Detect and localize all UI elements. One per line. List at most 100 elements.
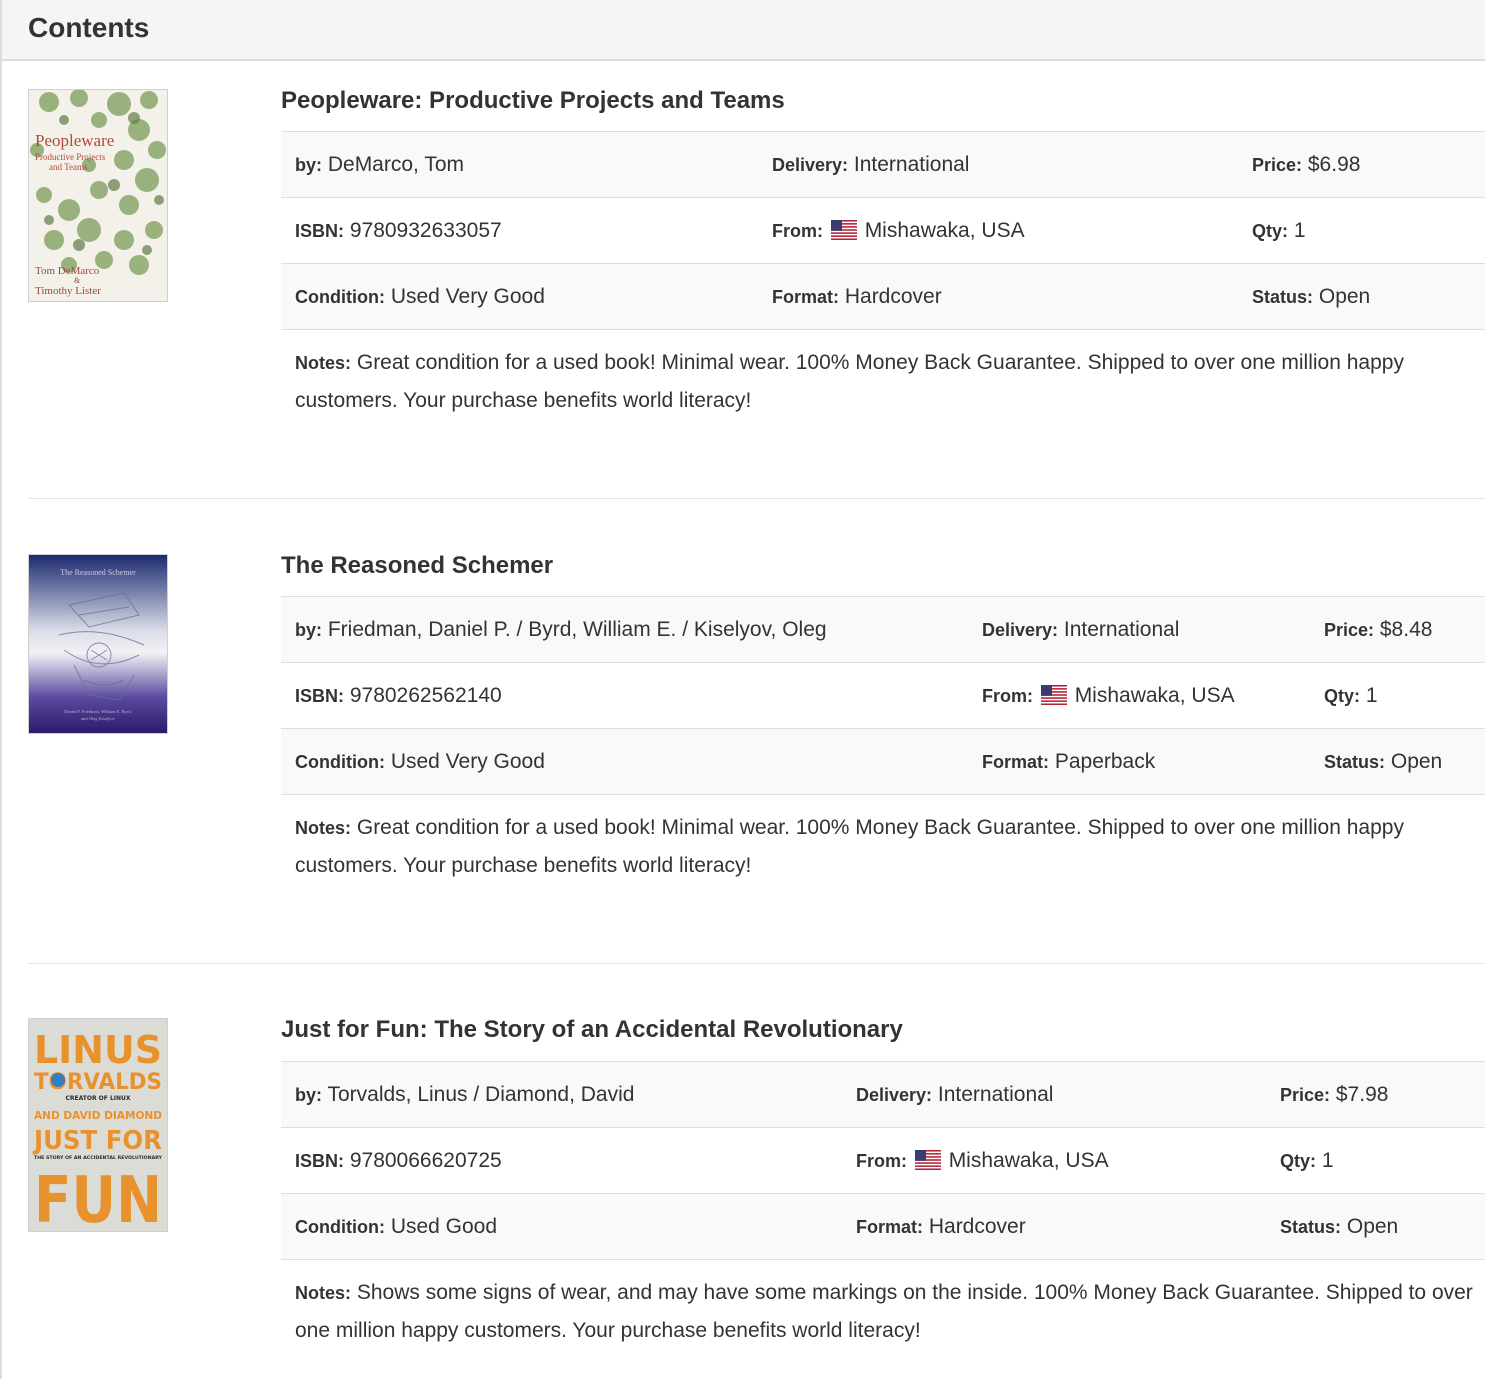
author-value: Friedman, Daniel P. / Byrd, William E. /…: [327, 617, 827, 641]
from-value: Mishawaka, USA: [948, 1148, 1109, 1172]
price-label: Price:: [1252, 154, 1303, 175]
delivery-label: Delivery:: [856, 1084, 933, 1105]
delivery-label: Delivery:: [982, 619, 1059, 640]
isbn-value: 9780066620725: [349, 1148, 502, 1172]
condition-cell: Condition: Used Very Good: [281, 728, 968, 795]
delivery-label: Delivery:: [772, 154, 849, 175]
contents-panel: Contents Peopleware Productive Projects …: [0, 0, 1485, 1379]
condition-label: Condition:: [295, 1216, 385, 1237]
notes-value: Great condition for a used book! Minimal…: [295, 351, 1404, 412]
isbn-cell: ISBN: 9780066620725: [281, 1127, 842, 1194]
cover-text: FUN: [34, 1164, 162, 1231]
author-label: by:: [295, 154, 322, 175]
author-value: DeMarco, Tom: [327, 152, 464, 176]
qty-label: Qty:: [1324, 685, 1360, 706]
from-value: Mishawaka, USA: [1074, 683, 1235, 707]
cover-subtitle-text: and Teams: [49, 162, 88, 172]
price-cell: Price: $7.98: [1266, 1061, 1485, 1128]
delivery-value: International: [1063, 617, 1180, 641]
format-cell: Format: Hardcover: [758, 263, 1238, 330]
book-title[interactable]: Peopleware: Productive Projects and Team…: [281, 87, 785, 115]
isbn-label: ISBN:: [295, 685, 344, 706]
isbn-value: 9780932633057: [349, 218, 502, 242]
condition-label: Condition:: [295, 286, 385, 307]
panel-title: Contents: [28, 12, 150, 43]
author-cell: by: DeMarco, Tom: [281, 131, 758, 198]
notes-row: Notes: Great condition for a used book! …: [281, 329, 1485, 420]
us-flag-icon: [914, 1149, 941, 1170]
book-cover-art: LINUS TORVALDS CREATOR OF LINUX AND DAVI…: [29, 1019, 167, 1231]
condition-label: Condition:: [295, 751, 385, 772]
price-cell: Price: $8.48: [1310, 596, 1485, 663]
cover-title-text: Peopleware: [35, 131, 114, 150]
delivery-value: International: [853, 152, 970, 176]
qty-value: 1: [1365, 683, 1378, 707]
isbn-label: ISBN:: [295, 220, 344, 241]
status-value: Open: [1390, 749, 1443, 773]
details-row: by: DeMarco, Tom Delivery: International…: [281, 131, 1485, 198]
details-row: ISBN: 9780066620725 From: Mishawaka, USA…: [281, 1127, 1485, 1194]
price-label: Price:: [1324, 619, 1375, 640]
details-row: Condition: Used Very Good Format: Paperb…: [281, 728, 1485, 795]
condition-value: Used Very Good: [390, 284, 545, 308]
book-cover-image[interactable]: The Reasoned Schemer Daniel P. Friedman,…: [28, 554, 168, 734]
status-label: Status:: [1280, 1216, 1342, 1237]
notes-row: Notes: Great condition for a used book! …: [281, 794, 1485, 885]
qty-cell: Qty: 1: [1238, 197, 1485, 264]
cover-title-text: The Reasoned Schemer: [60, 568, 136, 577]
delivery-cell: Delivery: International: [758, 131, 1238, 198]
notes-value: Shows some signs of wear, and may have s…: [295, 1281, 1473, 1342]
notes-cell: Notes: Great condition for a used book! …: [281, 329, 1485, 420]
book-title[interactable]: The Reasoned Schemer: [281, 552, 553, 580]
cover-text: THE STORY OF AN ACCIDENTAL REVOLUTIONARY: [34, 1155, 163, 1161]
from-label: From:: [772, 220, 823, 241]
details-row: Condition: Used Very Good Format: Hardco…: [281, 263, 1485, 330]
status-value: Open: [1346, 1214, 1399, 1238]
format-label: Format:: [982, 751, 1049, 772]
qty-value: 1: [1321, 1148, 1334, 1172]
format-label: Format:: [772, 286, 839, 307]
price-cell: Price: $6.98: [1238, 131, 1485, 198]
book-details-table: by: DeMarco, Tom Delivery: International…: [281, 131, 1485, 420]
from-label: From:: [856, 1150, 907, 1171]
isbn-cell: ISBN: 9780262562140: [281, 662, 968, 729]
status-label: Status:: [1252, 286, 1314, 307]
details-row: by: Torvalds, Linus / Diamond, David Del…: [281, 1061, 1485, 1128]
details-row: ISBN: 9780932633057 From: Mishawaka, USA…: [281, 197, 1485, 264]
author-label: by:: [295, 1084, 322, 1105]
cover-text: CREATOR OF LINUX: [65, 1095, 130, 1102]
isbn-label: ISBN:: [295, 1150, 344, 1171]
us-flag-icon: [830, 219, 857, 240]
book-divider: [28, 963, 1485, 964]
condition-value: Used Very Good: [390, 749, 545, 773]
author-cell: by: Torvalds, Linus / Diamond, David: [281, 1061, 842, 1128]
isbn-cell: ISBN: 9780932633057: [281, 197, 758, 264]
status-cell: Status: Open: [1310, 728, 1485, 795]
author-value: Torvalds, Linus / Diamond, David: [327, 1082, 635, 1106]
qty-label: Qty:: [1280, 1150, 1316, 1171]
price-label: Price:: [1280, 1084, 1331, 1105]
book-cover-art: Peopleware Productive Projects and Teams…: [29, 90, 167, 301]
cover-text: AND DAVID DIAMOND: [34, 1109, 162, 1122]
cover-author-text: Timothy Lister: [35, 285, 101, 297]
delivery-value: International: [937, 1082, 1054, 1106]
cover-author-text: and Oleg Kiselyov: [81, 716, 115, 721]
from-cell: From: Mishawaka, USA: [842, 1127, 1266, 1194]
price-value: $7.98: [1335, 1082, 1389, 1106]
book-cover-image[interactable]: Peopleware Productive Projects and Teams…: [28, 89, 168, 302]
isbn-value: 9780262562140: [349, 683, 502, 707]
format-value: Hardcover: [844, 284, 942, 308]
details-row: Condition: Used Good Format: Hardcover S…: [281, 1193, 1485, 1260]
condition-value: Used Good: [390, 1214, 498, 1238]
delivery-cell: Delivery: International: [968, 596, 1310, 663]
delivery-cell: Delivery: International: [842, 1061, 1266, 1128]
from-cell: From: Mishawaka, USA: [968, 662, 1310, 729]
book-title[interactable]: Just for Fun: The Story of an Accidental…: [281, 1016, 903, 1044]
details-row: by: Friedman, Daniel P. / Byrd, William …: [281, 596, 1485, 663]
book-divider: [28, 498, 1485, 499]
book-details-table: by: Friedman, Daniel P. / Byrd, William …: [281, 596, 1485, 885]
book-cover-image[interactable]: LINUS TORVALDS CREATOR OF LINUX AND DAVI…: [28, 1018, 168, 1232]
book-cover-art: The Reasoned Schemer Daniel P. Friedman,…: [29, 555, 167, 733]
from-value: Mishawaka, USA: [864, 218, 1025, 242]
qty-value: 1: [1293, 218, 1306, 242]
